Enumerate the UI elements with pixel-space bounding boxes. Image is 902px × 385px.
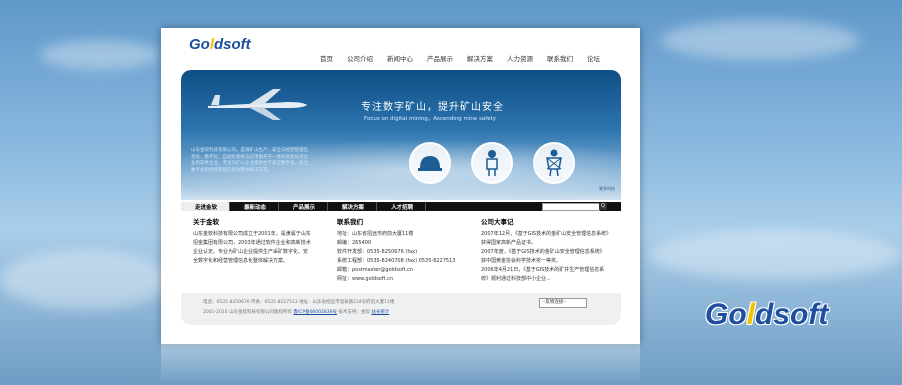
nav-news[interactable]: 新闻中心 xyxy=(380,53,420,63)
nav-products[interactable]: 产品展示 xyxy=(420,53,460,63)
background-cloud xyxy=(0,250,170,310)
banner-more-link[interactable]: 更多科技 xyxy=(599,186,615,192)
contact-line: 邮编：265400 xyxy=(337,240,372,246)
tab-jobs[interactable]: 人才招聘 xyxy=(377,202,427,211)
tab-solutions[interactable]: 解决方案 xyxy=(328,202,378,211)
nav-forum[interactable]: 论坛 xyxy=(580,53,607,63)
about-text: 山东金软科技有限公司成立于2001年，是隶属于山东招金集团有限公司，2003年通… xyxy=(193,231,311,264)
contact-title: 联系我们 xyxy=(337,218,363,226)
site-logo[interactable]: Goldsoft xyxy=(189,36,251,53)
footer-copyright: 2001-2010 山东金软科技有限公司版权所有 鲁ICP备06002836号 … xyxy=(203,310,390,315)
banner-intro: 山东金软科技有限公司，是煤矿山生产、安全与经营管理信息化、数字化、自动化系统与应… xyxy=(191,148,308,173)
website-screenshot: Goldsoft 首页 公司介绍 新闻中心 产品展示 解决方案 人力资源 联系我… xyxy=(161,28,640,344)
nav-home[interactable]: 首页 xyxy=(313,53,340,63)
contact-line: 网址：www.goldsoft.cn xyxy=(337,276,393,282)
friend-links-select[interactable]: --友情连接-- xyxy=(539,298,587,308)
main-nav: 首页 公司介绍 新闻中心 产品展示 解决方案 人力资源 联系我们 论坛 xyxy=(313,53,607,63)
nav-contact[interactable]: 联系我们 xyxy=(540,53,580,63)
contact-line: 系统工程部：0535-8240708 (fax) 0535-8227513 xyxy=(337,258,456,264)
contact-column: 联系我们 地址：山东省招远市府前大厦11楼 邮编：265400 软件开发部：05… xyxy=(337,218,477,284)
event-item[interactable]: 2006年4月21日，《基于GIS技术的矿井生产管理信息系统》顺利通过科技部中小… xyxy=(481,266,609,284)
worker-icon xyxy=(471,142,513,184)
event-item[interactable]: 2007年12月，《基于GIS技术的金矿山安全管理信息系统》获得国家高新产品证书… xyxy=(481,230,609,248)
events-title: 公司大事记 xyxy=(481,218,514,226)
airplane-icon xyxy=(208,89,307,120)
contact-line: 邮箱：postmaster@goldsoft.cn xyxy=(337,267,414,273)
page-reflection xyxy=(161,344,640,384)
tab-products[interactable]: 产品展示 xyxy=(279,202,329,211)
background-cloud xyxy=(660,20,860,60)
about-title: 关于金软 xyxy=(193,218,219,226)
search-button[interactable]: Q xyxy=(599,203,607,210)
stats-link[interactable]: 站长统计 xyxy=(371,310,389,315)
footer-contact: 电话：0535-8250676 传真：0535-8227513 地址：山东省招远… xyxy=(203,300,395,305)
banner-subtitle: Focus on digital mining，Ascending mine s… xyxy=(364,116,497,122)
nav-solutions[interactable]: 解决方案 xyxy=(460,53,500,63)
hero-banner: 专注数字矿山，提升矿山安全 Focus on digital mining，As… xyxy=(181,70,621,200)
banner-title: 专注数字矿山，提升矿山安全 xyxy=(361,102,504,113)
nav-about[interactable]: 公司介绍 xyxy=(340,53,380,63)
nav-hr[interactable]: 人力资源 xyxy=(500,53,540,63)
tab-news[interactable]: 最新动态 xyxy=(230,202,280,211)
search-input[interactable] xyxy=(542,203,600,211)
tab-about[interactable]: 走进金软 xyxy=(181,202,231,211)
background-cloud xyxy=(40,40,160,70)
background-cloud xyxy=(650,230,900,280)
helmet-icon xyxy=(409,142,451,184)
goldsoft-logo: Goldsoft xyxy=(705,298,829,331)
event-item[interactable]: 2007年度，《基于GIS技术的金矿山安全管理信息系统》获中国黄金协会科学技术奖… xyxy=(481,248,609,266)
safety-harness-icon xyxy=(533,142,575,184)
contact-line: 软件开发部：0535-8250676 (fax) xyxy=(337,249,418,255)
icp-link[interactable]: 鲁ICP备06002836号 xyxy=(293,310,337,315)
events-column: 公司大事记 2007年12月，《基于GIS技术的金矿山安全管理信息系统》获得国家… xyxy=(481,218,609,284)
contact-line: 地址：山东省招远市府前大厦11楼 xyxy=(337,231,414,237)
about-column: 关于金软 山东金软科技有限公司成立于2001年，是隶属于山东招金集团有限公司，2… xyxy=(193,218,311,266)
